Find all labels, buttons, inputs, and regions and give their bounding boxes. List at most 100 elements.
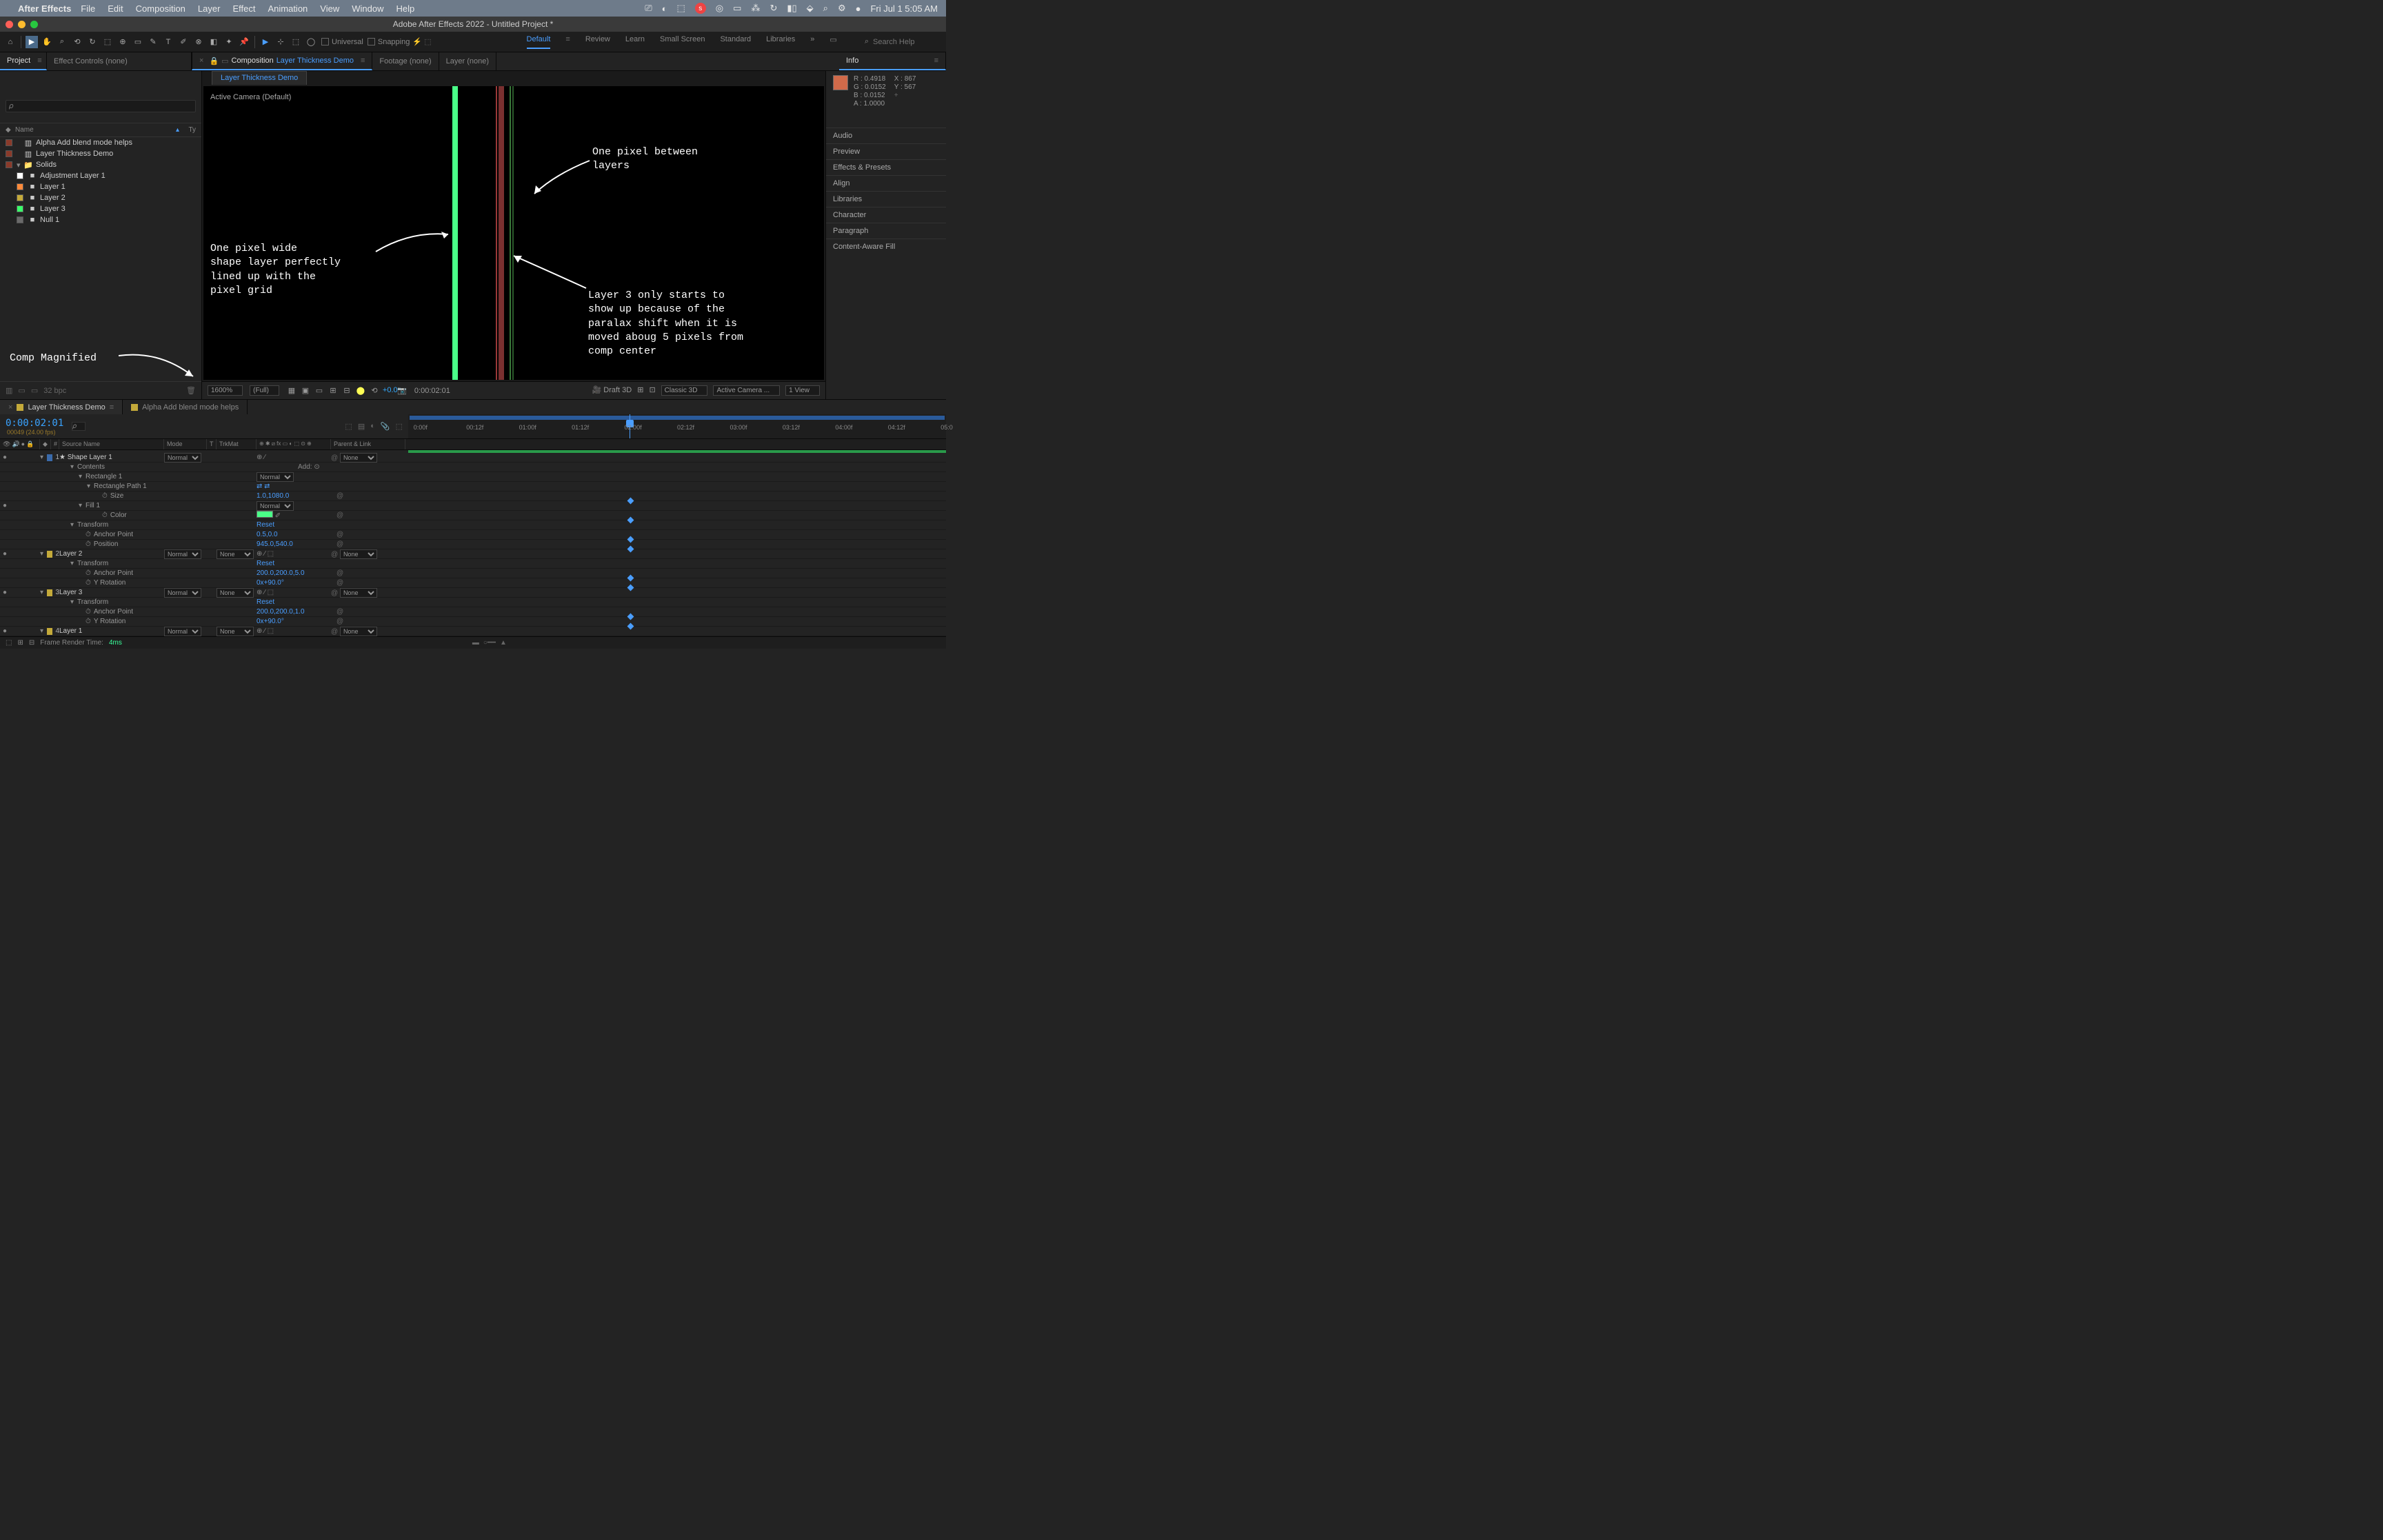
property-name[interactable]: Color — [110, 511, 127, 519]
frame-blend-icon[interactable]: ▤ — [358, 422, 365, 431]
menu-window[interactable]: Window — [352, 3, 383, 14]
layer-switches[interactable]: ⊕ ∕ ⬚ — [257, 627, 331, 635]
link-icon[interactable]: @ — [336, 608, 343, 616]
stopwatch-icon[interactable]: ⏱ — [86, 569, 91, 577]
grammarly-icon[interactable]: ◎ — [716, 3, 723, 14]
project-tree[interactable]: ▥Alpha Add blend mode helps▥Layer Thickn… — [0, 137, 201, 381]
timeline-row[interactable]: ▾Rectangle Path 1⇄ ⇄ — [0, 482, 946, 492]
workspace-standard[interactable]: Standard — [720, 35, 751, 49]
panel-stub-content-aware-fill[interactable]: Content-Aware Fill — [826, 239, 946, 254]
parent-dropdown[interactable]: None — [340, 627, 377, 636]
window-minimize-button[interactable] — [18, 21, 26, 28]
t-col[interactable]: T — [207, 439, 217, 449]
menu-file[interactable]: File — [81, 3, 95, 14]
airplay-icon[interactable]: ⎚ — [645, 3, 652, 14]
stopwatch-icon[interactable]: ⏱ — [102, 511, 108, 519]
pickwhip-icon[interactable]: @ — [331, 589, 338, 597]
label-swatch[interactable] — [47, 589, 52, 596]
region-icon[interactable]: ▭ — [314, 386, 325, 395]
property-value[interactable]: 0x+90.0° — [257, 618, 284, 625]
blend-mode-dropdown[interactable]: Normal — [164, 627, 201, 636]
blend-mode-dropdown[interactable]: Normal — [164, 588, 201, 598]
timeline-row[interactable]: ●▾Fill 1Normal — [0, 501, 946, 511]
type-column-header[interactable]: Ty — [179, 126, 196, 134]
snapshot-icon[interactable]: 📷 — [396, 386, 408, 395]
lock-icon[interactable]: 🔒 — [209, 57, 219, 65]
timeline-row[interactable]: ●▾1★ Shape Layer 1Normal⊕ ∕ @ None — [0, 453, 946, 463]
cc-icon[interactable]: ◐ — [662, 3, 667, 14]
menu-layer[interactable]: Layer — [198, 3, 221, 14]
panel-stub-preview[interactable]: Preview — [826, 143, 946, 159]
workspace-small[interactable]: Small Screen — [660, 35, 705, 49]
shape-tool-icon[interactable]: ▭ — [132, 36, 144, 48]
disclosure-arrow-icon[interactable]: ▾ — [40, 550, 46, 558]
siri-icon[interactable]: ● — [856, 3, 861, 14]
workspace-learn[interactable]: Learn — [625, 35, 645, 49]
hamburger-icon[interactable]: ≡ — [361, 57, 365, 65]
label-swatch[interactable] — [47, 551, 52, 558]
blend-mode-dropdown[interactable]: Normal — [164, 549, 201, 559]
timeline-row[interactable]: ⏱Y Rotation0x+90.0°@ — [0, 617, 946, 627]
timeline-row[interactable]: ▾TransformReset — [0, 559, 946, 569]
stopwatch-icon[interactable]: ⏱ — [86, 608, 91, 616]
comp-viewer-tab[interactable]: Layer Thickness Demo — [212, 71, 307, 85]
timeline-row[interactable]: ⏱Size1.0,1080.0@ — [0, 492, 946, 501]
eraser-tool-icon[interactable]: ◧ — [208, 36, 220, 48]
project-item[interactable]: ■Layer 2 — [0, 192, 201, 203]
timeline-row[interactable]: ⏱Anchor Point200.0,200.0,5.0@ — [0, 569, 946, 578]
rotate-tool-icon[interactable]: ↻ — [86, 36, 99, 48]
visibility-toggle-icon[interactable]: ● — [3, 454, 10, 461]
menu-effect[interactable]: Effect — [232, 3, 255, 14]
world-axis-icon[interactable]: ◯ — [305, 36, 317, 48]
stopwatch-icon[interactable]: ⏱ — [102, 492, 108, 500]
link-icon[interactable]: @ — [336, 492, 343, 500]
hamburger-icon[interactable]: ≡ — [37, 57, 41, 65]
mode-dropdown[interactable]: Normal — [257, 472, 294, 482]
property-name[interactable]: Y Rotation — [94, 579, 126, 587]
toggle-switches-icon[interactable]: ⬚ — [6, 639, 12, 647]
workspace-overflow-icon[interactable]: » — [810, 35, 814, 49]
toggle-modes-icon[interactable]: ⊞ — [17, 639, 23, 647]
ground-plane-icon[interactable]: ⊞ — [637, 385, 643, 396]
draft3d-toggle[interactable]: 🎥 Draft 3D — [592, 385, 632, 396]
label-swatch[interactable] — [17, 183, 23, 190]
name-column-header[interactable]: Name — [15, 126, 176, 134]
calendar-icon[interactable]: ▭ — [733, 3, 741, 14]
link-icon[interactable]: @ — [336, 511, 343, 519]
renderer-dropdown[interactable]: Classic 3D — [661, 385, 708, 396]
shy-icon[interactable]: ⬚ — [345, 422, 352, 431]
workspace-libraries[interactable]: Libraries — [766, 35, 795, 49]
property-name[interactable]: Anchor Point — [94, 608, 133, 616]
audio-col-icon[interactable]: 🔊 — [12, 440, 19, 448]
timeline-row[interactable]: ●▾3Layer 3NormalNone⊕ ∕ ⬚@ None — [0, 588, 946, 598]
disclosure-arrow-icon[interactable]: ▾ — [79, 473, 86, 480]
solo-col-icon[interactable]: ● — [21, 440, 25, 448]
play-icon[interactable]: ▶ — [259, 36, 272, 48]
layer-panel-tab[interactable]: Layer (none) — [439, 52, 496, 70]
timeline-row[interactable]: ⏱Anchor Point200.0,200.0,1.0@ — [0, 607, 946, 617]
property-name[interactable]: Anchor Point — [94, 531, 133, 538]
new-folder-icon[interactable]: ▭ — [18, 386, 25, 395]
source-name-col[interactable]: Source Name — [59, 439, 164, 449]
timeline-timecode[interactable]: 0:00:02:01 — [6, 418, 63, 429]
label-swatch[interactable] — [17, 205, 23, 212]
parent-dropdown[interactable]: None — [340, 453, 377, 463]
motion-blur-icon[interactable]: ◐ — [370, 422, 375, 431]
layer-switches[interactable]: ⊕ ∕ — [257, 454, 331, 461]
property-name[interactable]: Transform — [77, 521, 108, 529]
panel-stub-character[interactable]: Character — [826, 207, 946, 223]
timeline-ruler[interactable]: 0:00f00:12f01:00f01:12f02:00f02:12f03:00… — [408, 414, 946, 438]
workspace-default[interactable]: Default — [527, 35, 551, 49]
brush-tool-icon[interactable]: ✐ — [177, 36, 190, 48]
wifi-icon[interactable]: ⬙ — [807, 3, 814, 14]
clone-tool-icon[interactable]: ⊗ — [192, 36, 205, 48]
link-icon[interactable]: @ — [336, 618, 343, 625]
timeline-row[interactable]: ●▾2Layer 2NormalNone⊕ ∕ ⬚@ None — [0, 549, 946, 559]
hamburger-icon[interactable]: ≡ — [110, 403, 114, 412]
composition-panel-tab[interactable]: × 🔒 ▭ Composition Layer Thickness Demo ≡ — [192, 52, 372, 70]
footage-panel-tab[interactable]: Footage (none) — [372, 52, 439, 70]
zoom-in-icon[interactable]: ▲ — [500, 639, 507, 647]
layer-name[interactable]: Layer 3 — [59, 589, 82, 596]
orbit-tool-icon[interactable]: ⟲ — [71, 36, 83, 48]
views-dropdown[interactable]: 1 View — [785, 385, 820, 396]
